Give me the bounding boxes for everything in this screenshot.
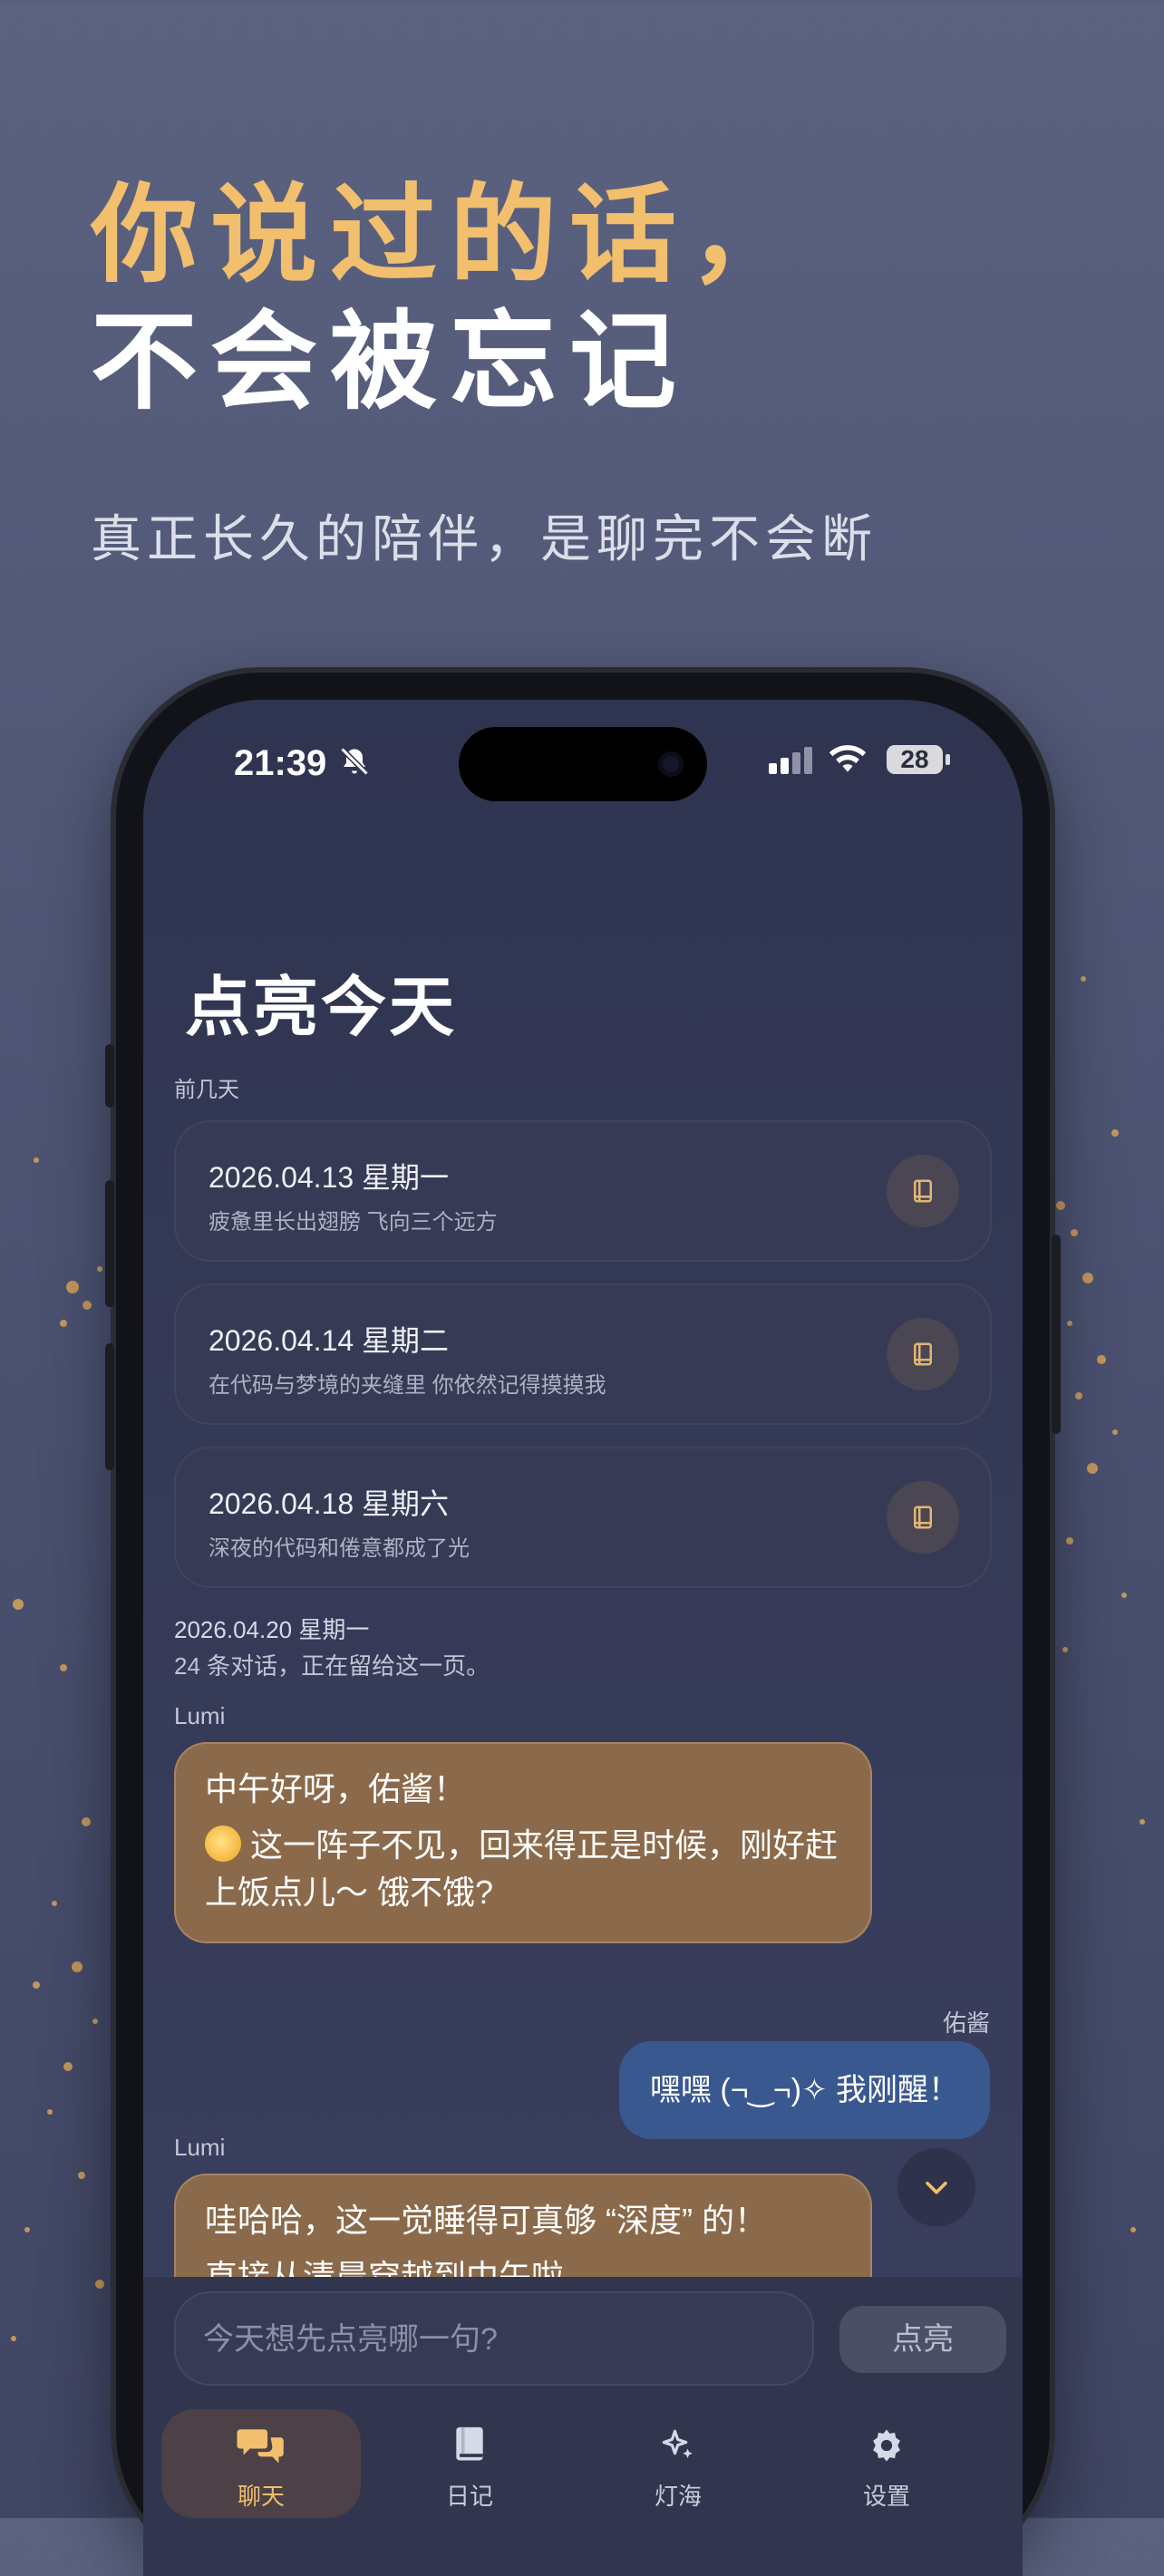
hero-title-line2: 不会被忘记 bbox=[91, 303, 690, 422]
diary-card-summary: 疲惫里长出翅膀 飞向三个远方 bbox=[209, 1210, 498, 1235]
phone-volume-down-button bbox=[105, 1343, 114, 1470]
message-speaker: Lumi bbox=[174, 2134, 226, 2161]
dynamic-island bbox=[459, 727, 707, 801]
diary-card[interactable]: 2026.04.14 星期二 在代码与梦境的夹缝里 你依然记得摸摸我 bbox=[174, 1283, 992, 1425]
message-speaker: Lumi bbox=[174, 1702, 226, 1729]
diary-card-summary: 在代码与梦境的夹缝里 你依然记得摸摸我 bbox=[209, 1373, 606, 1398]
phone-volume-up-button bbox=[105, 1180, 114, 1307]
tab-chat[interactable]: 聊天 bbox=[161, 2409, 361, 2518]
diary-card-summary: 深夜的代码和倦意都成了光 bbox=[209, 1536, 470, 1561]
notebook-icon bbox=[914, 1179, 932, 1203]
diary-card[interactable]: 2026.04.13 星期一 疲惫里长出翅膀 飞向三个远方 bbox=[174, 1120, 992, 1262]
message-input-wrapper bbox=[174, 2291, 814, 2387]
tab-label: 聊天 bbox=[237, 2483, 285, 2510]
open-diary-button[interactable] bbox=[887, 1481, 959, 1554]
sun-emoji-icon bbox=[205, 1825, 241, 1862]
page-title: 点亮今天 bbox=[185, 972, 458, 1044]
diary-card-date: 2026.04.14 星期二 bbox=[209, 1324, 450, 1357]
message-text-row: 这一阵子不见，回来得正是时候，刚好赶上饭点儿～ 饿不饿? bbox=[205, 1822, 841, 1916]
hero-subtitle: 真正长久的陪伴，是聊完不会断 bbox=[91, 510, 878, 567]
gear-icon bbox=[787, 2418, 986, 2473]
bell-muted-icon bbox=[338, 745, 371, 782]
status-time: 21:39 bbox=[234, 743, 327, 783]
hero-title-line1: 你说过的话， bbox=[91, 176, 810, 295]
lumi-message-bubble: 中午好呀，佑酱！ 这一阵子不见，回来得正是时候，刚好赶上饭点儿～ 饿不饿? bbox=[174, 1742, 872, 1943]
diary-card-date: 2026.04.18 星期六 bbox=[209, 1487, 450, 1520]
status-bar: 21:39 28 bbox=[143, 700, 1023, 836]
tab-label: 设置 bbox=[862, 2483, 910, 2510]
section-label-previous-days: 前几天 bbox=[174, 1078, 239, 1102]
battery-indicator: 28 bbox=[887, 745, 943, 774]
message-text: 这一阵子不见，回来得正是时候，刚好赶上饭点儿～ 饿不饿? bbox=[205, 1826, 839, 1911]
phone-frame: 21:39 28 点亮今天 前几天 2026.04.13 星期一 疲惫里长出翅膀… bbox=[105, 673, 1061, 2576]
battery-tip bbox=[946, 754, 950, 765]
notebook-icon bbox=[914, 1506, 932, 1529]
tab-label: 日记 bbox=[445, 2483, 493, 2510]
hero-header: 你说过的话， 不会被忘记 真正长久的陪伴，是聊完不会断 bbox=[91, 172, 878, 572]
diary-card-date: 2026.04.13 星期一 bbox=[209, 1161, 450, 1194]
message-text: 中午好呀，佑酱！ bbox=[205, 1770, 467, 1807]
composer-and-tabbar: 点亮 聊天 日记 灯海 bbox=[143, 2277, 1023, 2576]
cellular-signal-icon bbox=[769, 747, 816, 779]
today-date: 2026.04.20 星期一 bbox=[174, 1616, 370, 1643]
message-speaker: 佑酱 bbox=[942, 2009, 990, 2037]
open-diary-button[interactable] bbox=[887, 1155, 959, 1227]
chevron-down-icon bbox=[926, 2181, 947, 2194]
wifi-icon bbox=[828, 743, 868, 779]
tab-lantern-sea[interactable]: 灯海 bbox=[578, 2409, 778, 2518]
tab-settings[interactable]: 设置 bbox=[787, 2409, 986, 2518]
front-camera-icon bbox=[658, 751, 684, 777]
message-input[interactable] bbox=[201, 2291, 785, 2387]
tab-label: 灯海 bbox=[654, 2483, 702, 2510]
phone-power-button bbox=[1052, 1235, 1061, 1434]
message-text: 哇哈哈，这一觉睡得可真够 “深度” 的！ bbox=[205, 2202, 767, 2239]
tab-diary[interactable]: 日记 bbox=[370, 2409, 569, 2518]
sparkle-icon bbox=[578, 2418, 778, 2473]
scroll-to-bottom-button[interactable] bbox=[897, 2148, 975, 2226]
chat-bubbles-icon bbox=[161, 2418, 361, 2473]
tab-bar: 聊天 日记 灯海 设置 bbox=[143, 2409, 1023, 2536]
notebook-icon bbox=[914, 1342, 932, 1366]
phone-action-button bbox=[105, 1044, 114, 1108]
today-conversation-count: 24 条对话，正在留给这一页。 bbox=[174, 1652, 490, 1680]
phone-screen: 21:39 28 点亮今天 前几天 2026.04.13 星期一 疲惫里长出翅膀… bbox=[143, 700, 1023, 2576]
diary-book-icon bbox=[370, 2418, 569, 2473]
send-button[interactable]: 点亮 bbox=[839, 2306, 1006, 2373]
open-diary-button[interactable] bbox=[887, 1318, 959, 1390]
user-message-bubble: 嘿嘿 (¬‿¬)✧ 我刚醒！ bbox=[618, 2041, 990, 2139]
diary-card[interactable]: 2026.04.18 星期六 深夜的代码和倦意都成了光 bbox=[174, 1447, 992, 1588]
